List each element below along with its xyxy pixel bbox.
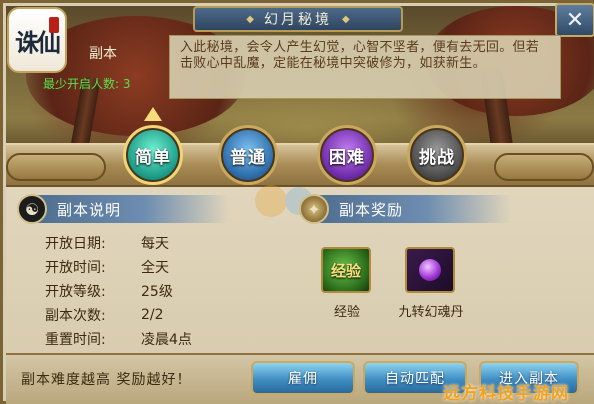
difficulty-normal-button[interactable]: 普通	[218, 125, 278, 185]
description-text: 入此秘境，会令人产生幻觉，心智不坚者，便有去无回。但若击败心中乱魔，定能在秘境中…	[180, 40, 540, 71]
reward-section-title: 副本奖励	[339, 200, 404, 219]
list-item: 副本次数: 2/2	[45, 303, 192, 327]
reward-label: 经验	[333, 305, 360, 320]
title-bar: ◆ 幻月秘境 ◆	[193, 6, 403, 32]
exp-icon: 经验	[330, 261, 361, 280]
reward-exp-item[interactable]: 经验	[321, 247, 371, 293]
reward-pill-item[interactable]	[405, 247, 455, 293]
window-title: 幻月秘境	[264, 12, 332, 28]
selected-indicator-icon	[144, 107, 162, 121]
difficulty-hard-button[interactable]: 困难	[317, 125, 377, 185]
difficulty-label: 困难	[329, 147, 365, 168]
ornament-icon: ◆	[246, 13, 254, 25]
rail-ornament	[494, 153, 594, 181]
hire-button[interactable]: 雇佣	[251, 361, 355, 395]
info-key: 开放时间:	[45, 260, 106, 276]
min-players-text: 最少开启人数: 3	[43, 77, 131, 91]
ornament-icon: ◆	[342, 13, 350, 25]
info-value: 每天	[141, 236, 169, 252]
difficulty-easy-button[interactable]: 简单	[123, 125, 183, 185]
rail-ornament	[6, 153, 106, 181]
close-button[interactable]: ✕	[555, 3, 594, 37]
difficulty-label: 普通	[230, 147, 266, 168]
pill-orb-icon	[419, 259, 441, 281]
reward-label: 九转幻魂丹	[398, 305, 464, 320]
list-item: 开放等级: 25级	[45, 279, 192, 303]
difficulty-label: 简单	[135, 147, 171, 168]
dungeon-description: 入此秘境，会令人产生幻觉，心智不坚者，便有去无回。但若击败心中乱魔，定能在秘境中…	[169, 35, 561, 99]
list-item: 开放日期: 每天	[45, 231, 192, 255]
list-item: 开放时间: 全天	[45, 255, 192, 279]
info-value: 全天	[141, 260, 169, 276]
reward-icon: ✦	[299, 194, 329, 224]
info-section-title: 副本说明	[57, 200, 122, 219]
footer-tip: 副本难度越高 奖励越好！	[21, 372, 192, 388]
info-key: 开放等级:	[45, 284, 106, 300]
info-value: 25级	[141, 284, 173, 300]
info-key: 副本次数:	[45, 308, 106, 324]
game-logo: 诛仙	[7, 7, 67, 73]
dungeon-label: 副本	[89, 46, 117, 62]
dungeon-dialog: ◆ 幻月秘境 ◆ ✕ 诛仙 副本 最少开启人数: 3 入此秘境，会令人产生幻觉，…	[0, 0, 594, 404]
info-section-header: ☯ 副本说明	[17, 194, 229, 224]
button-label: 雇佣	[288, 371, 318, 387]
info-key: 重置时间:	[45, 332, 106, 348]
seal-icon	[49, 17, 59, 33]
difficulty-label: 挑战	[419, 147, 455, 168]
reward-section-header: ✦ 副本奖励	[299, 194, 511, 224]
info-value: 凌晨4点	[141, 332, 192, 348]
difficulty-challenge-button[interactable]: 挑战	[407, 125, 467, 185]
button-label: 自动匹配	[385, 371, 445, 387]
info-value: 2/2	[141, 307, 164, 323]
info-list: 开放日期: 每天 开放时间: 全天 开放等级: 25级 副本次数: 2/2 重置…	[45, 231, 192, 351]
close-icon: ✕	[565, 7, 585, 33]
list-item: 重置时间: 凌晨4点	[45, 327, 192, 351]
yin-yang-icon: ☯	[17, 194, 47, 224]
info-key: 开放日期:	[45, 236, 106, 252]
watermark-text: 远方科技手游网	[443, 384, 569, 404]
